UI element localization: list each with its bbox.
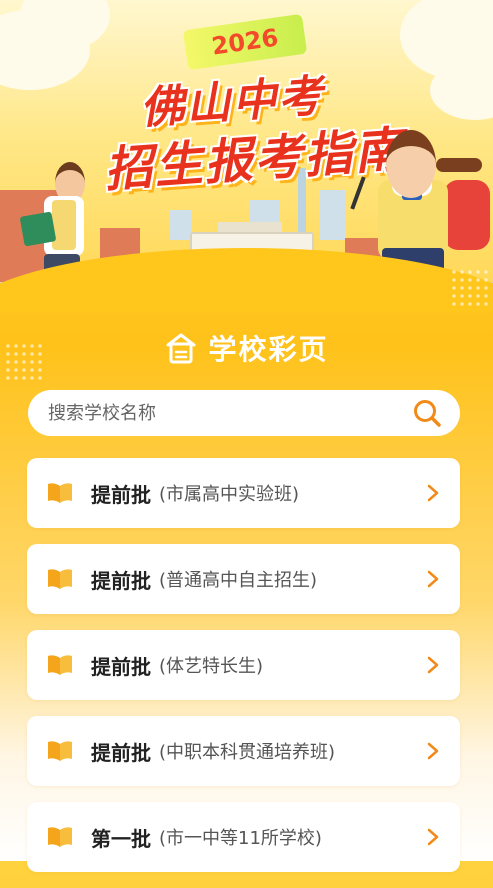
- chevron-right-icon: [426, 742, 440, 760]
- item-title: 提前批: [91, 568, 151, 593]
- girl-backpack: [444, 180, 490, 250]
- section-title: 学校彩页: [208, 333, 329, 366]
- item-subtitle: (市属高中实验班): [159, 484, 300, 505]
- girl-head: [386, 130, 436, 198]
- item-subtitle: (体艺特长生): [159, 656, 264, 677]
- chevron-right-icon: [426, 484, 440, 502]
- chevron-right-icon: [426, 656, 440, 674]
- item-title: 第一批: [91, 826, 151, 851]
- banner-year: 2026: [209, 23, 281, 61]
- dots-decoration: [450, 268, 490, 308]
- girl-braid: [436, 158, 482, 172]
- section-header: 学校彩页: [0, 323, 493, 373]
- list-item[interactable]: 提前批 (中职本科贯通培养班): [27, 716, 460, 786]
- book-icon: [47, 740, 73, 762]
- item-title: 提前批: [91, 482, 151, 507]
- chevron-right-icon: [426, 828, 440, 846]
- city-building: [170, 210, 192, 240]
- boy-book: [19, 211, 57, 247]
- item-subtitle: (中职本科贯通培养班): [159, 742, 336, 763]
- city-building: [320, 190, 346, 240]
- item-title: 提前批: [91, 740, 151, 765]
- school-icon: [164, 331, 198, 365]
- search-bar[interactable]: [28, 390, 460, 436]
- chevron-right-icon: [426, 570, 440, 588]
- search-input[interactable]: [46, 401, 390, 425]
- book-icon: [47, 826, 73, 848]
- item-title: 提前批: [91, 654, 151, 679]
- school-batch-list: 提前批 (市属高中实验班) 提前批 (普通高中自主招生) 提前批 (体艺特长生): [27, 458, 460, 888]
- search-icon[interactable]: [412, 398, 442, 428]
- list-item[interactable]: 提前批 (市属高中实验班): [27, 458, 460, 528]
- list-item[interactable]: 提前批 (普通高中自主招生): [27, 544, 460, 614]
- boy-vest: [52, 200, 76, 250]
- item-subtitle: (市一中等11所学校): [159, 828, 322, 849]
- book-icon: [47, 568, 73, 590]
- list-item[interactable]: 第一批 (市一中等11所学校): [27, 802, 460, 872]
- book-icon: [47, 482, 73, 504]
- book-icon: [47, 654, 73, 676]
- list-item[interactable]: 提前批 (体艺特长生): [27, 630, 460, 700]
- hero-banner: 2026 佛山中考 招生报考指南: [0, 0, 493, 312]
- item-subtitle: (普通高中自主招生): [159, 570, 318, 591]
